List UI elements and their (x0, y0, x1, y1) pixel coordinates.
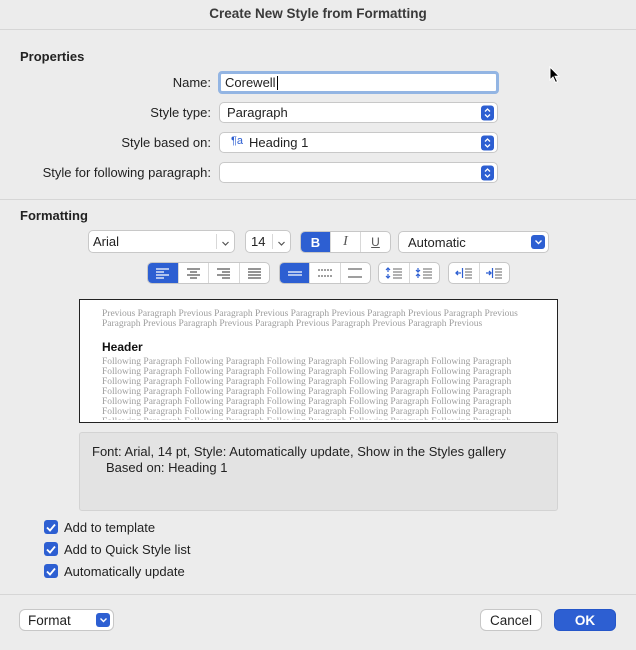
preview-header: Header (102, 340, 143, 354)
description-line-1: Font: Arial, 14 pt, Style: Automatically… (92, 444, 507, 459)
checkmark-icon (46, 545, 56, 554)
cancel-button[interactable]: Cancel (480, 609, 542, 631)
align-center-button[interactable] (177, 263, 209, 283)
format-label: Format (28, 612, 71, 628)
stepper-icon (481, 165, 494, 180)
based-on-label: Style based on: (121, 135, 211, 150)
ok-button[interactable]: OK (554, 609, 616, 631)
add-to-quick-style-checkbox[interactable] (44, 542, 58, 556)
chevron-down-icon (277, 236, 286, 251)
increase-paragraph-spacing-button[interactable] (408, 263, 440, 283)
style-type-value: Paragraph (227, 105, 288, 120)
checkmark-icon (46, 523, 56, 532)
checkmark-icon (46, 567, 56, 576)
single-spacing-icon (287, 271, 302, 276)
name-input[interactable]: Corewell (218, 71, 499, 94)
style-type-select[interactable]: Paragraph (219, 102, 498, 123)
text-caret (276, 75, 278, 90)
style-preview: Previous Paragraph Previous Paragraph Pr… (79, 299, 558, 423)
formatting-heading: Formatting (20, 208, 88, 223)
paragraph-spacing-group (378, 262, 440, 284)
align-left-button[interactable] (148, 263, 178, 283)
line-spacing-group (279, 262, 371, 284)
justify-icon (247, 267, 261, 279)
chevron-down-icon (96, 613, 110, 627)
one-half-spacing-icon (317, 269, 332, 277)
paragraph-style-icon: ¶a (231, 134, 244, 147)
align-center-icon (186, 267, 200, 279)
footer-separator (0, 594, 636, 595)
one-half-spacing-button[interactable] (309, 263, 339, 283)
description-line-2: Based on: Heading 1 (106, 460, 228, 475)
title-separator (0, 29, 636, 30)
preview-previous-paragraph: Previous Paragraph Previous Paragraph Pr… (102, 309, 518, 329)
font-value: Arial (93, 234, 120, 249)
stepper-icon (481, 105, 494, 120)
indent-group (448, 262, 510, 284)
increase-indent-button[interactable] (478, 263, 510, 283)
double-spacing-icon (348, 268, 363, 278)
alignment-group (147, 262, 270, 284)
align-right-icon (217, 267, 231, 279)
mouse-pointer-icon (549, 65, 561, 87)
decrease-spacing-icon (385, 267, 402, 279)
auto-update-label: Automatically update (64, 564, 185, 579)
stepper-icon (481, 135, 494, 150)
single-spacing-button[interactable] (280, 263, 310, 283)
following-paragraph-select[interactable] (219, 162, 498, 183)
section-separator (0, 199, 636, 200)
preview-following-paragraph: Following Paragraph Following Paragraph … (102, 357, 512, 420)
font-size-value: 14 (251, 234, 266, 249)
properties-heading: Properties (20, 49, 85, 64)
font-style-group: B I U (300, 231, 391, 253)
auto-update-checkbox[interactable] (44, 564, 58, 578)
font-color-value: Automatic (408, 234, 466, 250)
font-combo[interactable]: Arial (88, 230, 235, 253)
align-left-icon (156, 267, 170, 279)
format-menu-button[interactable]: Format (19, 609, 114, 631)
add-to-template-label: Add to template (64, 520, 156, 535)
underline-button[interactable]: U (360, 232, 390, 252)
based-on-value: Heading 1 (249, 135, 309, 150)
dialog-title: Create New Style from Formatting (209, 6, 427, 21)
increase-spacing-icon (415, 268, 433, 279)
justify-button[interactable] (238, 263, 270, 283)
style-description-box: Font: Arial, 14 pt, Style: Automatically… (79, 432, 558, 511)
increase-indent-icon (486, 268, 503, 279)
decrease-indent-button[interactable] (449, 263, 479, 283)
name-input-value: Corewell (225, 75, 276, 90)
decrease-paragraph-spacing-button[interactable] (379, 263, 409, 283)
chevron-down-icon (221, 236, 230, 251)
add-to-quick-style-label: Add to Quick Style list (64, 542, 191, 557)
chevron-down-icon (531, 235, 545, 249)
font-size-combo[interactable]: 14 (245, 230, 291, 253)
add-to-template-checkbox[interactable] (44, 520, 58, 534)
decrease-indent-icon (454, 268, 472, 279)
following-paragraph-label: Style for following paragraph: (42, 165, 211, 180)
bold-button[interactable]: B (301, 232, 330, 252)
font-color-select[interactable]: Automatic (398, 231, 549, 253)
style-type-label: Style type: (150, 105, 211, 120)
italic-button[interactable]: I (330, 232, 360, 252)
double-spacing-button[interactable] (339, 263, 370, 283)
name-label: Name: (172, 75, 211, 90)
based-on-select[interactable]: ¶a Heading 1 (219, 132, 498, 153)
align-right-button[interactable] (208, 263, 239, 283)
